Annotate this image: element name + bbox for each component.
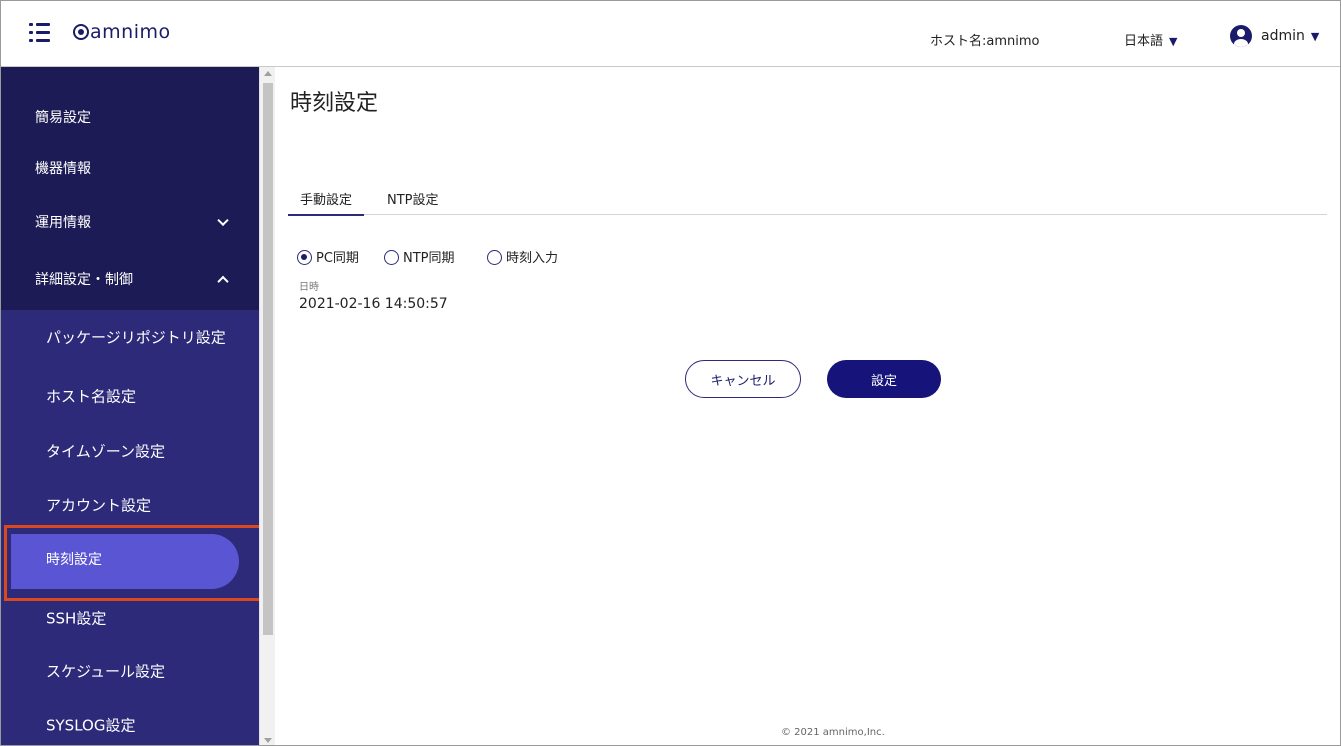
radio-unchecked-icon (487, 250, 502, 265)
user-name: admin (1261, 28, 1305, 44)
sidebar-scrollbar[interactable] (259, 67, 275, 745)
sidebar-item-ssh[interactable]: SSH設定 (1, 590, 259, 645)
scrollbar-thumb[interactable] (263, 83, 273, 635)
sidebar-item-syslog[interactable]: SYSLOG設定 (1, 697, 259, 745)
radio-ntp-sync[interactable]: NTP同期 (384, 247, 455, 266)
sidebar-item-timezone[interactable]: タイムゾーン設定 (1, 423, 259, 478)
brand-logo[interactable]: amnimo (73, 21, 171, 43)
sidebar-item-advanced-settings[interactable]: 詳細設定・制御 (1, 251, 259, 306)
tab-ntp-settings[interactable]: NTP設定 (387, 189, 439, 215)
radio-unchecked-icon (384, 250, 399, 265)
sidebar-item-label: SSH設定 (46, 609, 107, 627)
radio-label: 時刻入力 (506, 251, 559, 266)
language-selector[interactable]: 日本語 ▼ (1124, 30, 1177, 49)
sidebar: 簡易設定 機器情報 運用情報 詳細設定・制御 パッケージリポジトリ設定 ホスト名… (1, 67, 259, 745)
amnimo-logo-icon (73, 24, 89, 40)
sidebar-item-time-settings[interactable]: 時刻設定 (1, 531, 259, 589)
radio-manual-time[interactable]: 時刻入力 (487, 247, 558, 266)
sidebar-item-label: ホスト名設定 (46, 387, 137, 405)
top-header: amnimo ホスト名:amnimo 日本語 ▼ admin ▼ (1, 1, 1340, 67)
radio-checked-icon (297, 250, 312, 265)
radio-label: PC同期 (316, 251, 359, 266)
hamburger-menu-icon[interactable] (29, 23, 51, 43)
radio-pc-sync[interactable]: PC同期 (297, 247, 359, 266)
sidebar-item-operation-info[interactable]: 運用情報 (1, 194, 259, 249)
dropdown-triangle-icon: ▼ (1310, 30, 1320, 43)
sidebar-item-simple-settings[interactable]: 簡易設定 (1, 89, 259, 144)
user-menu[interactable]: admin ▼ (1230, 25, 1319, 47)
sidebar-item-label: パッケージリポジトリ設定 (46, 328, 226, 346)
dropdown-triangle-icon: ▼ (1169, 35, 1178, 48)
language-label: 日本語 (1124, 34, 1164, 49)
sidebar-item-label: タイムゾーン設定 (46, 442, 165, 460)
brand-name: amnimo (90, 21, 171, 43)
datetime-value: 2021-02-16 14:50:57 (299, 296, 448, 312)
sidebar-item-label: 機器情報 (35, 160, 91, 177)
tab-manual-settings[interactable]: 手動設定 (287, 189, 365, 216)
scroll-down-arrow-icon[interactable] (264, 738, 272, 743)
sidebar-item-schedule[interactable]: スケジュール設定 (1, 643, 259, 698)
sidebar-item-label: 簡易設定 (35, 109, 91, 126)
sidebar-item-label: 詳細設定・制御 (35, 271, 133, 288)
sidebar-item-hostname[interactable]: ホスト名設定 (1, 368, 259, 423)
sidebar-item-device-info[interactable]: 機器情報 (1, 140, 259, 195)
copyright-footer: © 2021 amnimo,Inc. (781, 727, 885, 738)
sidebar-item-label: アカウント設定 (46, 496, 152, 514)
sidebar-item-label: SYSLOG設定 (46, 716, 136, 734)
chevron-down-icon (217, 214, 229, 226)
radio-label: NTP同期 (403, 251, 455, 266)
sidebar-item-label: 運用情報 (35, 214, 91, 231)
user-avatar-icon (1230, 25, 1252, 47)
hostname-display: ホスト名:amnimo (930, 34, 1040, 49)
datetime-label: 日時 (299, 282, 319, 293)
cancel-button[interactable]: キャンセル (685, 360, 801, 398)
sidebar-item-account[interactable]: アカウント設定 (1, 477, 259, 532)
sidebar-item-label: 時刻設定 (46, 551, 102, 568)
settings-tabs: 手動設定 NTP設定 (287, 187, 1327, 216)
scroll-up-arrow-icon[interactable] (264, 71, 272, 76)
save-button[interactable]: 設定 (827, 360, 941, 398)
sidebar-item-package-repository[interactable]: パッケージリポジトリ設定 (1, 309, 259, 364)
page-title: 時刻設定 (290, 91, 379, 116)
app-window: amnimo ホスト名:amnimo 日本語 ▼ admin ▼ 簡易設定 機器情報… (0, 0, 1341, 746)
chevron-up-icon (217, 275, 229, 287)
sidebar-item-label: スケジュール設定 (46, 662, 165, 680)
